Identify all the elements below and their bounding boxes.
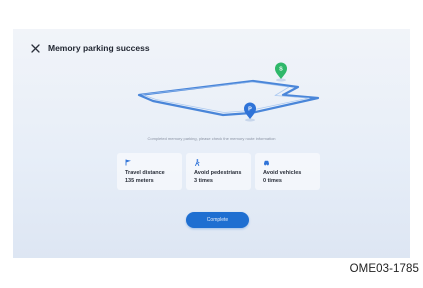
destination-pin-icon: S bbox=[279, 67, 283, 73]
stat-label: Travel distance bbox=[125, 170, 165, 176]
complete-button[interactable]: Complete bbox=[186, 212, 249, 228]
parking-pin-icon: P bbox=[248, 107, 252, 113]
stat-card-avoid-pedestrians: Avoid pedestrians 3 times bbox=[186, 153, 251, 190]
svg-text:P: P bbox=[248, 107, 252, 113]
stat-label: Avoid pedestrians bbox=[194, 170, 242, 176]
stat-value: 135 meters bbox=[125, 177, 154, 184]
end-marker: S bbox=[275, 62, 287, 82]
flag-icon bbox=[125, 159, 131, 166]
stat-card-avoid-vehicles: Avoid vehicles 0 times bbox=[255, 153, 320, 190]
vehicle-icon bbox=[264, 160, 269, 166]
route-path bbox=[137, 79, 320, 117]
success-caption: Completed memory parking, please check t… bbox=[147, 136, 276, 141]
parking-success-screen: Memory parking success P S Completed mem… bbox=[13, 29, 410, 258]
stat-label: Avoid vehicles bbox=[263, 170, 302, 176]
start-marker: P bbox=[244, 102, 256, 122]
svg-text:S: S bbox=[279, 67, 283, 73]
stat-value: 3 times bbox=[194, 177, 213, 184]
figure-code: OME03-1785 bbox=[349, 263, 419, 275]
stat-value: 0 times bbox=[263, 177, 282, 184]
pedestrian-icon bbox=[195, 159, 200, 166]
stat-card-travel-distance: Travel distance 135 meters bbox=[117, 153, 182, 190]
page: Memory parking success P S Completed mem… bbox=[0, 0, 423, 288]
